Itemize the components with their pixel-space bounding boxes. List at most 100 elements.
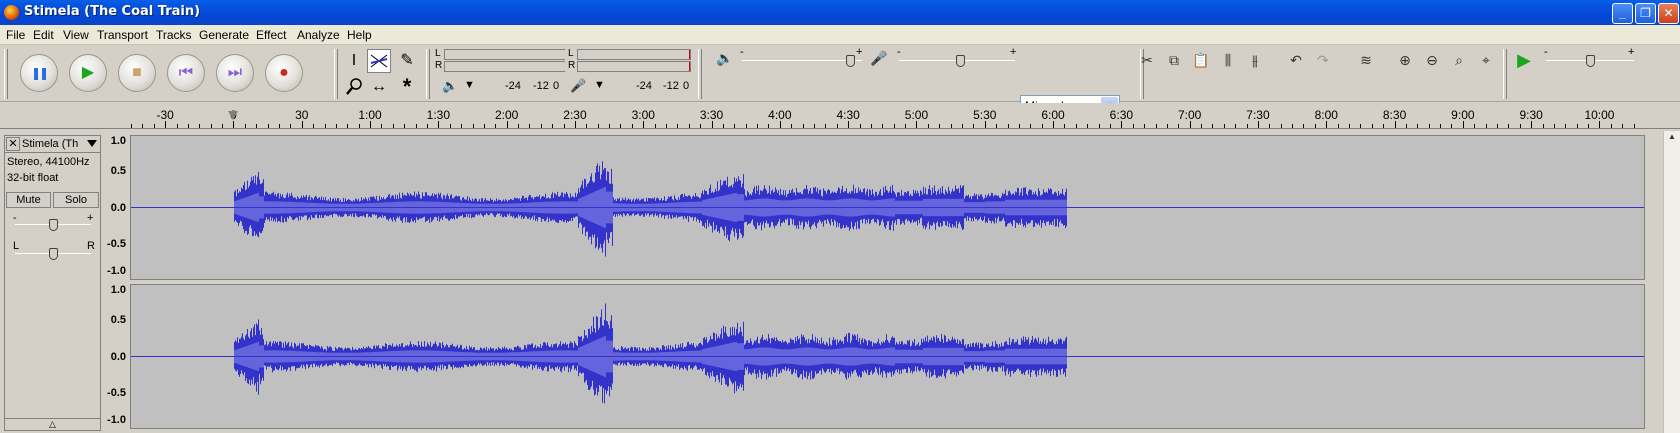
output-volume-slider[interactable] — [846, 55, 855, 67]
redo-button[interactable]: ↷ — [1311, 48, 1335, 72]
skip-end-button[interactable]: ⏭ — [216, 54, 254, 92]
vertical-ruler-left-channel[interactable]: 1.0 0.5 0.0 -0.5 -1.0 — [102, 135, 130, 280]
pan-slider[interactable] — [49, 248, 58, 260]
time-shift-tool[interactable]: ↔ — [367, 75, 391, 99]
menu-effect[interactable]: Effect — [256, 28, 286, 42]
title-bar[interactable]: Stimela (The Coal Train) _ ❐ ✕ — [0, 0, 1680, 25]
collapse-track-button[interactable]: △ — [5, 418, 100, 430]
undo-button[interactable]: ↶ — [1284, 48, 1308, 72]
ruler-tick — [563, 124, 565, 128]
ruler-tick — [848, 121, 850, 128]
meter-right-bar — [577, 61, 691, 72]
scroll-up-icon[interactable]: ▲ — [1665, 132, 1679, 144]
trim-button[interactable]: ⫼ — [1216, 48, 1240, 72]
slider-min-label: - — [1544, 46, 1548, 58]
record-button[interactable]: ● — [265, 54, 303, 92]
ruler-tick — [859, 124, 861, 128]
stop-icon: ■ — [132, 64, 142, 81]
copy-button[interactable]: ⧉ — [1162, 48, 1186, 72]
playback-meter[interactable]: L R — [432, 47, 572, 74]
sync-lock-button[interactable]: ≋ — [1352, 48, 1380, 72]
vertical-ruler-right-channel[interactable]: 1.0 0.5 0.0 -0.5 -1.0 — [102, 284, 130, 429]
zoom-out-button[interactable]: ⊖ — [1420, 48, 1444, 72]
gain-max-label: + — [87, 212, 94, 224]
i-beam-icon: I — [351, 52, 357, 69]
output-volume-track[interactable] — [742, 60, 862, 61]
multi-tool[interactable]: * — [395, 75, 419, 99]
record-meter-dropdown[interactable]: ▼ — [594, 79, 605, 91]
menu-view[interactable]: View — [63, 28, 89, 42]
ruler-tick — [1257, 121, 1259, 128]
ruler-tick — [483, 124, 485, 128]
track-name-menu[interactable]: Stimela (Th — [22, 138, 82, 150]
envelope-tool[interactable] — [367, 49, 391, 73]
ruler-tick — [1303, 124, 1305, 128]
ruler-tick — [1519, 124, 1521, 128]
ruler-tick — [222, 124, 224, 128]
solo-button[interactable]: Solo — [53, 192, 99, 208]
track-close-button[interactable]: ✕ — [6, 137, 20, 151]
menu-analyze[interactable]: Analyze — [297, 28, 340, 42]
vertical-scrollbar[interactable]: ▲ — [1663, 131, 1680, 433]
ruler-label: 7:00 — [1177, 108, 1202, 122]
ruler-tick — [1030, 124, 1032, 128]
zoom-in-button[interactable]: ⊕ — [1393, 48, 1417, 72]
maximize-button[interactable]: ❐ — [1635, 3, 1656, 24]
toolbar-grip[interactable] — [1503, 49, 1507, 99]
ruler-tick — [1497, 124, 1498, 128]
ruler-tick — [1428, 124, 1430, 128]
chevron-down-icon[interactable] — [87, 140, 97, 147]
waveform-right-channel[interactable] — [130, 284, 1645, 429]
cut-button[interactable]: ✂ — [1135, 48, 1159, 72]
toolbar: ❚❚ ▶ ■ ⏮ ⏭ ● I ✎ ↔ * L R L R 🔈 ▼ -24 -12… — [0, 45, 1680, 116]
speaker-icon[interactable]: 🔈 — [442, 78, 458, 94]
skip-end-icon: ⏭ — [227, 64, 243, 81]
playhead-marker[interactable] — [228, 111, 239, 120]
fit-project-button[interactable]: ⌖ — [1474, 48, 1498, 72]
microphone-icon[interactable]: 🎤 — [570, 78, 586, 94]
ruler-tick — [722, 124, 724, 128]
toolbar-grip[interactable] — [698, 49, 702, 99]
ruler-tick — [1235, 124, 1237, 128]
play-button[interactable]: ▶ — [69, 54, 107, 92]
timeline-ruler[interactable]: -30 0 30 1:00 1:30 2:00 2:30 3:00 3:30 4:00 4:30 5:… — [0, 103, 1680, 129]
skip-start-button[interactable]: ⏮ — [167, 54, 205, 92]
audacity-window: Stimela (The Coal Train) _ ❐ ✕ File Edit… — [0, 0, 1680, 433]
toolbar-grip[interactable] — [334, 49, 338, 99]
ruler-tick — [199, 124, 201, 128]
play-speed-slider[interactable] — [1586, 55, 1595, 67]
close-button[interactable]: ✕ — [1658, 3, 1679, 24]
playback-meter-dropdown[interactable]: ▼ — [464, 79, 475, 91]
pause-button[interactable]: ❚❚ — [20, 54, 58, 92]
menu-tracks[interactable]: Tracks — [156, 28, 192, 42]
menu-file[interactable]: File — [6, 28, 25, 42]
minimize-button[interactable]: _ — [1612, 3, 1633, 24]
input-volume-slider[interactable] — [956, 55, 966, 67]
envelope-icon — [370, 54, 388, 68]
amplitude-label: 0.5 — [110, 165, 126, 178]
gain-slider[interactable] — [49, 219, 58, 231]
toolbar-grip[interactable] — [4, 49, 8, 99]
menu-edit[interactable]: Edit — [33, 28, 54, 42]
waveform-left-channel[interactable] — [130, 135, 1645, 280]
fit-project-icon: ⌖ — [1482, 52, 1490, 68]
menu-transport[interactable]: Transport — [97, 28, 148, 42]
ruler-tick — [438, 121, 440, 128]
selection-tool[interactable]: I — [342, 49, 366, 73]
mute-button[interactable]: Mute — [6, 192, 51, 208]
fit-selection-button[interactable]: ⌕ — [1447, 48, 1471, 72]
pencil-icon: ✎ — [400, 52, 414, 69]
ruler-label: 1:30 — [426, 108, 451, 122]
menu-help[interactable]: Help — [347, 28, 372, 42]
stop-button[interactable]: ■ — [118, 54, 156, 92]
zoom-tool[interactable] — [342, 75, 366, 99]
silence-button[interactable]: ⫵ — [1243, 48, 1267, 72]
toolbar-grip[interactable] — [426, 49, 430, 99]
draw-tool[interactable]: ✎ — [395, 49, 419, 73]
ruler-tick — [1280, 124, 1282, 128]
ruler-label: 5:00 — [904, 108, 929, 122]
play-at-speed-button[interactable]: ▶ — [1512, 48, 1536, 72]
paste-button[interactable]: 📋 — [1189, 48, 1213, 72]
menu-generate[interactable]: Generate — [199, 28, 249, 42]
record-meter[interactable]: L R — [565, 47, 695, 74]
